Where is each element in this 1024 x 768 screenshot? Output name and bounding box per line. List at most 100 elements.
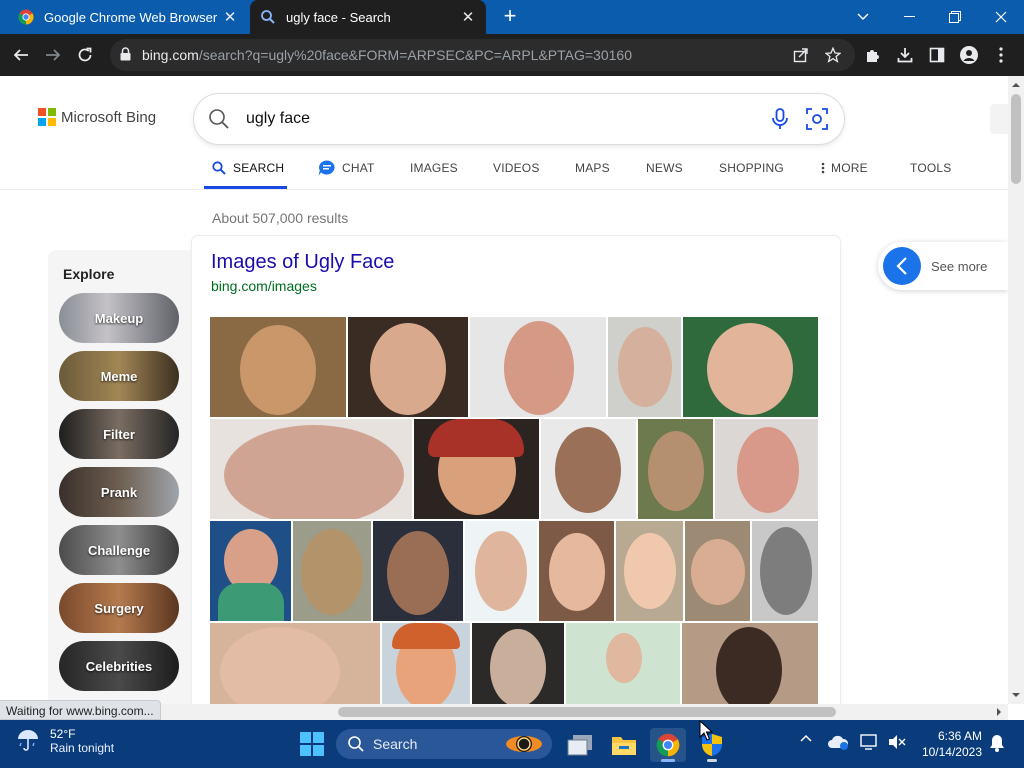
back-button[interactable]: [8, 42, 34, 68]
image-thumbnail[interactable]: [373, 521, 463, 621]
image-thumbnail[interactable]: [715, 419, 818, 519]
microsoft-logo-icon: [38, 108, 56, 126]
horizontal-scrollbar-thumb[interactable]: [338, 707, 836, 717]
scroll-down-arrow-icon[interactable]: [1008, 688, 1024, 702]
image-thumbnail[interactable]: [210, 521, 291, 621]
taskbar-search[interactable]: Search: [336, 729, 552, 759]
explore-item-meme[interactable]: Meme: [59, 351, 179, 401]
profile-icon: [960, 46, 978, 64]
image-thumbnail[interactable]: [210, 317, 346, 417]
tab-videos[interactable]: VIDEOS: [493, 156, 540, 189]
address-bar[interactable]: bing.com/search?q=ugly%20face&FORM=ARPSE…: [110, 39, 855, 71]
chrome-taskbar-button[interactable]: [650, 728, 686, 762]
tab-chat[interactable]: CHAT: [318, 156, 375, 189]
vertical-scrollbar[interactable]: [1008, 76, 1024, 704]
forward-button[interactable]: [40, 42, 66, 68]
tab-shopping[interactable]: SHOPPING: [719, 156, 784, 189]
image-thumbnail[interactable]: [210, 623, 380, 705]
images-card-url: bing.com/images: [211, 278, 317, 294]
nav-divider: [0, 189, 1008, 190]
image-thumbnail[interactable]: [472, 623, 564, 705]
image-thumbnail[interactable]: [638, 419, 713, 519]
weather-widget[interactable]: 52°F Rain tonight: [16, 727, 114, 755]
restore-button[interactable]: [932, 0, 978, 34]
minimize-button[interactable]: [886, 0, 932, 34]
explore-item-filter[interactable]: Filter: [59, 409, 179, 459]
tab-search[interactable]: SEARCH: [204, 156, 287, 189]
url-host: bing.com: [142, 47, 199, 63]
downloads-button[interactable]: [892, 42, 918, 68]
chrome-menu-button[interactable]: [988, 42, 1014, 68]
show-hidden-icons-button[interactable]: [796, 734, 816, 742]
microphone-icon[interactable]: [770, 108, 790, 130]
image-thumbnail[interactable]: [616, 521, 683, 621]
notifications-button[interactable]: [986, 734, 1008, 752]
task-view-button[interactable]: [562, 728, 598, 762]
image-thumbnail[interactable]: [470, 317, 606, 417]
search-icon[interactable]: [208, 108, 230, 130]
image-thumbnail[interactable]: [752, 521, 818, 621]
bing-logo[interactable]: Microsoft Bing: [38, 108, 156, 126]
more-vertical-icon: [821, 162, 825, 174]
tab-chrome-web-browser[interactable]: Google Chrome Web Browser ✕: [8, 0, 248, 34]
tab-label: VIDEOS: [493, 161, 540, 175]
volume-tray-button[interactable]: [886, 734, 908, 750]
share-button[interactable]: [788, 42, 814, 68]
explore-item-makeup[interactable]: Makeup: [59, 293, 179, 343]
close-tab-icon[interactable]: ✕: [222, 8, 238, 26]
image-thumbnail[interactable]: [348, 317, 468, 417]
extensions-button[interactable]: [860, 42, 886, 68]
more-vertical-icon: [999, 47, 1003, 63]
restore-icon: [949, 11, 961, 23]
image-thumbnail[interactable]: [210, 419, 412, 519]
bookmark-button[interactable]: [820, 42, 846, 68]
tab-news[interactable]: NEWS: [646, 156, 683, 189]
tab-images[interactable]: IMAGES: [410, 156, 458, 189]
images-card-title[interactable]: Images of Ugly Face: [211, 251, 394, 274]
start-button[interactable]: [300, 732, 324, 761]
visual-search-icon[interactable]: [806, 108, 828, 130]
explore-item-surgery[interactable]: Surgery: [59, 583, 179, 633]
scroll-up-arrow-icon[interactable]: [1008, 78, 1024, 92]
search-input[interactable]: [246, 107, 746, 131]
vertical-scrollbar-thumb[interactable]: [1011, 94, 1021, 184]
image-thumbnail[interactable]: [682, 623, 818, 705]
explore-item-label: Prank: [100, 484, 138, 500]
close-tab-icon[interactable]: ✕: [460, 8, 476, 26]
system-clock[interactable]: 6:36 AM 10/14/2023: [916, 728, 982, 760]
explore-item-challenge[interactable]: Challenge: [59, 525, 179, 575]
chevron-left-icon: [883, 247, 921, 285]
url-path: /search?q=ugly%20face&FORM=ARPSEC&PC=ARP…: [198, 47, 632, 63]
explore-item-prank[interactable]: Prank: [59, 467, 179, 517]
image-thumbnail[interactable]: [541, 419, 636, 519]
explore-item-celebrities[interactable]: Celebrities: [59, 641, 179, 691]
tab-label: TOOLS: [910, 161, 952, 175]
profile-button[interactable]: [956, 42, 982, 68]
sign-in-button[interactable]: [990, 104, 1010, 134]
image-thumbnail[interactable]: [465, 521, 537, 621]
tab-more[interactable]: MORE: [821, 156, 868, 189]
image-thumbnail[interactable]: [683, 317, 818, 417]
star-icon: [825, 47, 841, 63]
see-more-button[interactable]: See more: [878, 242, 1008, 290]
image-thumbnail[interactable]: [414, 419, 539, 519]
tab-label: MAPS: [575, 161, 610, 175]
onedrive-tray-button[interactable]: [826, 734, 850, 750]
file-explorer-button[interactable]: [606, 728, 642, 762]
close-window-button[interactable]: [978, 0, 1024, 34]
reload-button[interactable]: [72, 42, 98, 68]
image-thumbnail[interactable]: [293, 521, 371, 621]
image-thumbnail[interactable]: [382, 623, 470, 705]
side-panel-button[interactable]: [924, 42, 950, 68]
network-tray-button[interactable]: [858, 734, 882, 750]
image-thumbnail[interactable]: [539, 521, 614, 621]
tab-ugly-face-search[interactable]: ugly face - Search ✕: [250, 0, 486, 34]
image-thumbnail[interactable]: [566, 623, 680, 705]
image-thumbnail[interactable]: [685, 521, 750, 621]
image-thumbnail[interactable]: [608, 317, 681, 417]
tab-tools[interactable]: TOOLS: [910, 156, 951, 189]
tab-search-button[interactable]: [840, 0, 886, 34]
tab-maps[interactable]: MAPS: [575, 156, 610, 189]
new-tab-button[interactable]: +: [498, 5, 522, 29]
scroll-right-arrow-icon[interactable]: [992, 704, 1006, 720]
